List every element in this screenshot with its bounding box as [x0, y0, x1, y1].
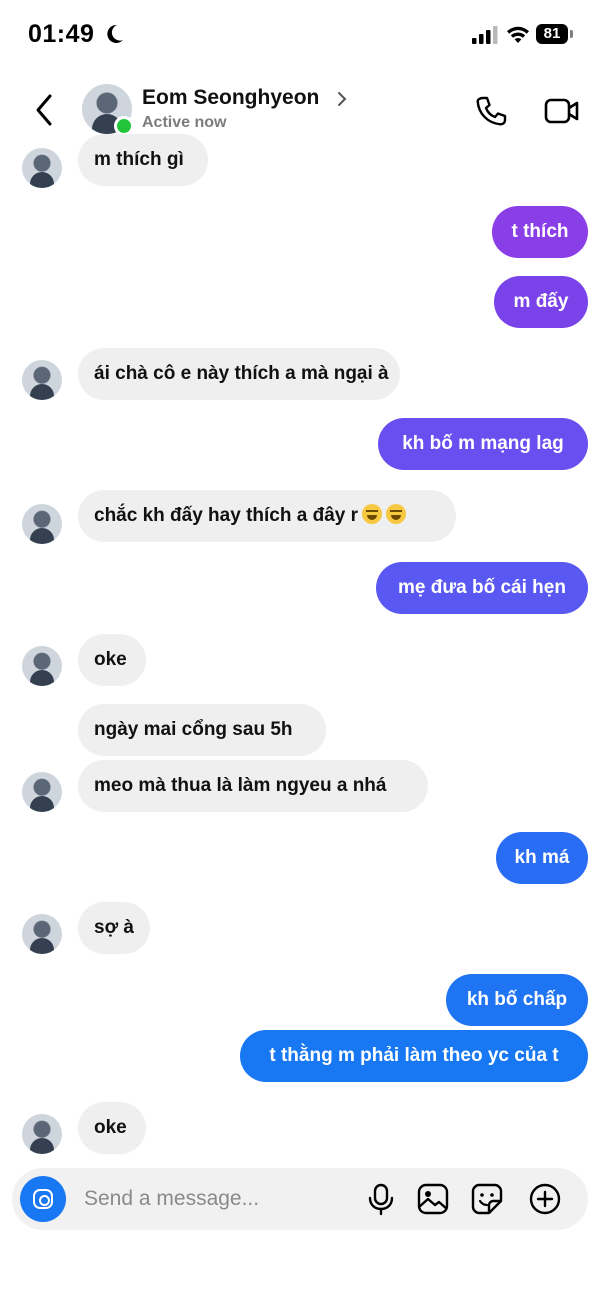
message-text: ái chà cô e này thích a mà ngại à [94, 363, 389, 384]
image-icon[interactable] [416, 1182, 450, 1216]
outgoing-message[interactable]: kh má [496, 832, 588, 884]
video-camera-icon[interactable] [544, 96, 580, 126]
signal-icon [472, 26, 498, 44]
message-text: kh má [514, 847, 570, 868]
back-button[interactable] [30, 92, 60, 128]
battery-level: 81 [536, 24, 568, 44]
chat-header: Eom Seonghyeon Active now [0, 78, 600, 144]
incoming-message[interactable]: ngày mai cổng sau 5h [78, 704, 326, 756]
incoming-message[interactable]: ái chà cô e này thích a mà ngại à [78, 348, 400, 400]
outgoing-message[interactable]: kh bố chấp [446, 974, 588, 1026]
incoming-message[interactable]: meo mà thua là làm ngyeu a nhá [78, 760, 428, 812]
sender-avatar[interactable] [22, 504, 62, 544]
message-text: t thích [511, 221, 569, 242]
incoming-message[interactable]: m thích gì [78, 134, 208, 186]
contact-status: Active now [142, 114, 227, 131]
outgoing-message[interactable]: kh bố m mạng lag [378, 418, 588, 470]
sender-avatar[interactable] [22, 148, 62, 188]
outgoing-message[interactable]: m đấy [494, 276, 588, 328]
message-text: kh bố m mạng lag [402, 433, 564, 454]
online-indicator [114, 116, 134, 136]
incoming-message[interactable]: sợ à [78, 902, 150, 954]
message-text: mẹ đưa bố cái hẹn [398, 577, 566, 598]
outgoing-message[interactable]: t thích [492, 206, 588, 258]
status-time: 01:49 [28, 20, 95, 48]
sender-avatar[interactable] [22, 360, 62, 400]
contact-name[interactable]: Eom Seonghyeon [142, 86, 319, 110]
message-text: m đấy [513, 291, 569, 312]
message-text: kh bố chấp [466, 989, 568, 1010]
sender-avatar[interactable] [22, 646, 62, 686]
plus-circle-icon[interactable] [528, 1182, 562, 1216]
outgoing-message[interactable]: mẹ đưa bố cái hẹn [376, 562, 588, 614]
phone-icon[interactable] [474, 94, 508, 128]
sender-avatar[interactable] [22, 772, 62, 812]
camera-icon[interactable] [20, 1176, 66, 1222]
rofl-emoji-icon [362, 504, 382, 524]
message-text: m thích gì [94, 149, 184, 170]
sender-avatar[interactable] [22, 1114, 62, 1154]
microphone-icon[interactable] [364, 1182, 398, 1216]
message-text: oke [94, 649, 127, 670]
moon-icon [107, 24, 123, 43]
message-text: meo mà thua là làm ngyeu a nhá [94, 775, 387, 796]
incoming-message[interactable]: chắc kh đấy hay thích a đây r [78, 490, 456, 542]
sticker-icon[interactable] [470, 1182, 504, 1216]
message-composer [12, 1168, 588, 1230]
incoming-message[interactable]: oke [78, 634, 146, 686]
outgoing-message[interactable]: t thằng m phải làm theo yc của t [240, 1030, 588, 1082]
message-input[interactable] [84, 1182, 344, 1216]
message-text: oke [94, 1117, 127, 1138]
message-text: chắc kh đấy hay thích a đây r [94, 505, 358, 526]
chevron-right-icon[interactable] [336, 90, 348, 108]
message-text: t thằng m phải làm theo yc của t [269, 1045, 559, 1066]
rofl-emoji-icon [386, 504, 406, 524]
message-text: sợ à [94, 917, 134, 938]
incoming-message[interactable]: oke [78, 1102, 146, 1154]
sender-avatar[interactable] [22, 914, 62, 954]
wifi-icon [507, 26, 529, 43]
status-bar: 01:49 81 [0, 0, 600, 70]
message-text: ngày mai cổng sau 5h [94, 719, 293, 740]
battery-icon: 81 [536, 24, 574, 46]
